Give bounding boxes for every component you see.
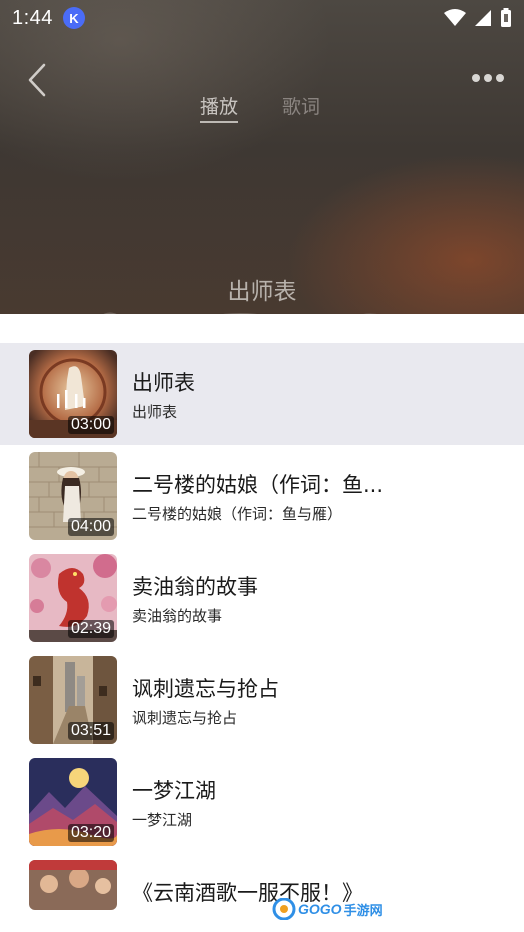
song-thumbnail: 03:20 [29,758,117,846]
more-dot-icon [484,74,492,82]
playlist-item[interactable]: 03:51 讽刺遗忘与抢占 讽刺遗忘与抢占 [0,649,524,751]
back-button[interactable] [22,60,56,100]
song-title: 卖油翁的故事 [132,575,258,599]
song-thumbnail: 04:00 [29,452,117,540]
song-duration: 03:00 [67,416,114,434]
wifi-icon [444,9,466,26]
playlist-item[interactable]: 02:39 卖油翁的故事 卖油翁的故事 [0,547,524,649]
watermark-logo: GOGO 手游网 [272,898,383,920]
song-artist: 二号楼的姑娘（作词：鱼与雁） [132,505,343,523]
song-thumbnail: 03:00 [29,350,117,438]
song-duration: 03:20 [67,824,114,842]
battery-icon [501,8,511,27]
song-artist: 一梦江湖 [132,811,193,829]
playlist-item[interactable]: 《云南酒歌一服不服！》 [0,853,524,932]
song-thumbnail [29,860,117,910]
watermark-brand: GOGO [298,901,342,917]
more-dot-icon [496,74,504,82]
song-title: 出师表 [132,371,195,395]
gogo-logo-icon [272,898,296,920]
playlist-item[interactable]: 04:00 二号楼的姑娘（作词：鱼... 二号楼的姑娘（作词：鱼与雁） [0,445,524,547]
song-title: 讽刺遗忘与抢占 [132,677,279,701]
song-duration: 03:51 [67,722,114,740]
status-time: 1:44 [12,6,53,29]
playlist-sheet: 03:00 出师表 出师表 04:00 二号楼的姑娘（作词：鱼... 二号楼的姑… [0,314,524,932]
song-artist: 出师表 [132,403,178,421]
k-app-icon: K [62,7,85,29]
status-bar: 1:44 K [0,0,524,36]
more-dot-icon [472,74,480,82]
song-duration: 04:00 [67,518,114,536]
song-title: 二号楼的姑娘（作词：鱼... [132,473,384,497]
song-title: 一梦江湖 [132,779,216,803]
chevron-left-icon [28,63,46,97]
watermark-suffix: 手游网 [343,903,383,919]
song-thumbnail: 03:51 [29,656,117,744]
now-playing-title: 出师表 [227,279,297,305]
signal-icon [475,10,491,26]
playlist-item-current[interactable]: 03:00 出师表 出师表 [0,343,524,445]
song-artist: 卖油翁的故事 [132,607,223,625]
song-duration: 02:39 [67,620,114,638]
tab-lyrics[interactable]: 歌词 [282,92,320,123]
status-icons [444,8,512,28]
more-options-button[interactable] [472,68,504,88]
song-thumbnail: 02:39 [29,554,117,642]
player-tabs: 播放 歌词 [200,92,320,123]
playlist-item[interactable]: 03:20 一梦江湖 一梦江湖 [0,751,524,853]
song-artist: 讽刺遗忘与抢占 [132,709,238,727]
tab-play[interactable]: 播放 [200,92,239,123]
